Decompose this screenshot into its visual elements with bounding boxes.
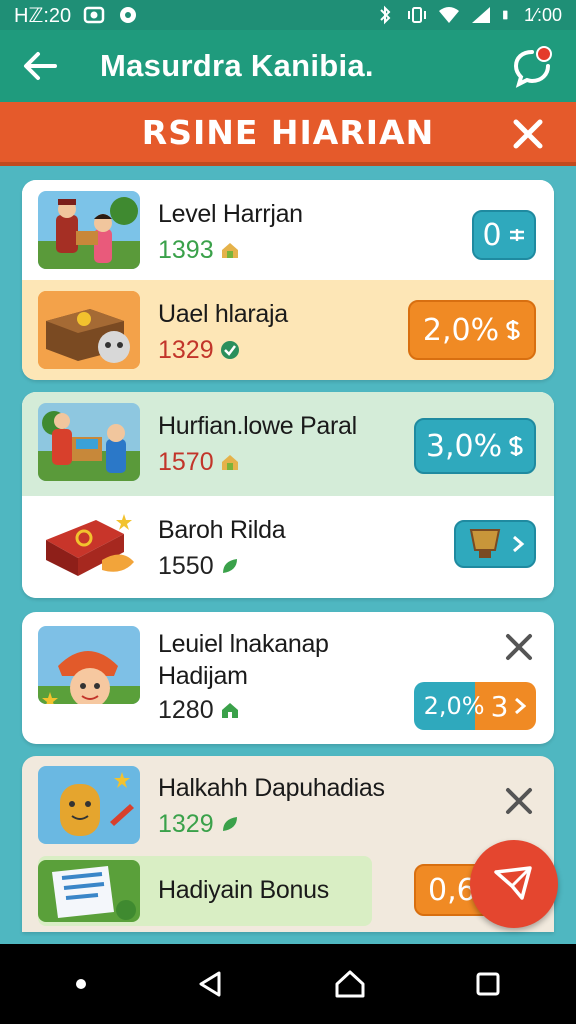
notification-dot-icon xyxy=(120,7,137,23)
vibrate-icon xyxy=(407,7,426,23)
item-value: 1280 xyxy=(158,696,240,725)
bonus-item[interactable]: Hadiyain Bonus xyxy=(38,856,372,926)
item-name-line2: Hadijam xyxy=(158,662,248,690)
item-thumbnail xyxy=(38,403,140,481)
item-thumbnail xyxy=(38,291,140,369)
back-nav-icon[interactable] xyxy=(195,969,225,999)
back-arrow-icon xyxy=(24,52,57,80)
reward-card-2: Hurfian.lowe Paral 1570 3,0% Baroh Rilda… xyxy=(22,392,554,598)
item-value: 1329 xyxy=(158,336,240,365)
item-value: 1570 xyxy=(158,448,240,477)
status-time: Hℤ:20 xyxy=(14,4,72,27)
send-heart-icon xyxy=(494,866,532,900)
bonus-name: Hadiyain Bonus xyxy=(158,876,329,904)
currency-icon xyxy=(509,436,523,456)
home-icon[interactable] xyxy=(333,968,367,1000)
split-action-button[interactable]: 2,0% 3 xyxy=(414,682,536,730)
banner-title: RSINE HIARIAN xyxy=(141,112,435,152)
action-button[interactable]: 2,0% xyxy=(408,300,536,360)
reward-card-4: Halkahh Dapuhadias 1329 Hadiyain Bonus 0… xyxy=(22,756,554,932)
item-thumbnail xyxy=(38,626,140,704)
page-title: Masurdra Kanibia. xyxy=(100,48,374,83)
menu-dot-icon[interactable] xyxy=(74,977,88,991)
status-bar: Hℤ:20 1⁄:00 xyxy=(0,0,576,30)
wifi-icon xyxy=(438,7,459,23)
trophy-icon xyxy=(469,529,501,558)
action-button[interactable]: 3,0% xyxy=(414,418,536,474)
item-value: 1550 xyxy=(158,552,240,581)
item-value: 1329 xyxy=(158,810,240,839)
reward-card-3[interactable]: Leuiel lnakanap Hadijam 1280 2,0% 3 xyxy=(22,612,554,744)
home-badge-icon xyxy=(221,703,238,718)
item-name: Uael hlaraja xyxy=(158,300,288,328)
recent-icon[interactable] xyxy=(474,970,502,998)
close-icon[interactable] xyxy=(508,114,548,154)
bluetooth-icon xyxy=(380,5,391,25)
item-value: 1393 xyxy=(158,236,240,265)
list-item[interactable]: Hurfian.lowe Paral 1570 3,0% xyxy=(22,392,554,496)
currency-icon xyxy=(509,229,524,241)
status-clock-right: 1⁄:00 xyxy=(523,4,562,25)
forward-button[interactable] xyxy=(454,520,536,568)
app-bar: Masurdra Kanibia. xyxy=(0,30,576,102)
item-thumbnail xyxy=(38,860,140,922)
list-item[interactable]: Halkahh Dapuhadias 1329 xyxy=(22,756,554,852)
section-banner: RSINE HIARIAN xyxy=(0,102,576,166)
dismiss-icon[interactable] xyxy=(502,784,536,818)
chat-icon[interactable] xyxy=(510,44,554,88)
item-thumbnail xyxy=(38,766,140,844)
item-name: Halkahh Dapuhadias xyxy=(158,774,385,802)
dismiss-icon[interactable] xyxy=(502,630,536,664)
signal-icon xyxy=(471,7,490,23)
item-name: Level Harrjan xyxy=(158,200,303,228)
action-button[interactable]: 0 xyxy=(472,210,536,260)
back-button[interactable] xyxy=(0,30,80,102)
chevron-right-icon xyxy=(515,697,527,715)
leaf-badge-icon xyxy=(222,817,237,831)
currency-icon xyxy=(506,320,520,340)
item-name-line1: Leuiel lnakanap xyxy=(158,630,329,658)
list-item[interactable]: Baroh Rilda 1550 xyxy=(22,496,554,598)
chevron-right-icon xyxy=(513,535,525,553)
floating-action-button[interactable] xyxy=(470,840,558,928)
battery-icon xyxy=(503,10,508,20)
list-item[interactable]: Uael hlaraja 1329 2,0% xyxy=(22,280,554,380)
system-nav-bar xyxy=(0,944,576,1024)
home-badge-icon xyxy=(221,455,238,470)
item-thumbnail xyxy=(38,191,140,269)
camera-status-icon xyxy=(83,6,105,24)
check-badge-icon xyxy=(220,341,239,359)
reward-card-1: Level Harrjan 1393 0 Uael hlaraja 1329 2… xyxy=(22,180,554,380)
item-name: Baroh Rilda xyxy=(158,516,286,544)
home-badge-icon xyxy=(221,243,238,258)
list-item[interactable]: Level Harrjan 1393 0 xyxy=(22,180,554,280)
item-name: Hurfian.lowe Paral xyxy=(158,412,357,440)
item-thumbnail xyxy=(38,504,140,582)
leaf-badge-icon xyxy=(222,559,237,573)
